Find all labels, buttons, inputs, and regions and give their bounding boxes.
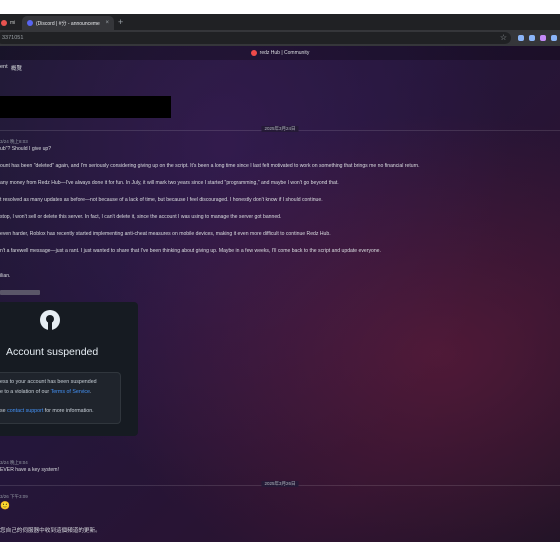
emoji-message: 🙂 (0, 501, 10, 510)
message-text: EVER have a key system! (0, 467, 59, 473)
tab-discord[interactable]: (Discord | #分 - announceme × (22, 16, 114, 30)
star-icon[interactable]: ☆ (500, 33, 507, 42)
follow-banner-text: 您自己的伺服器中收到這個頻道的更新。 (0, 528, 101, 534)
extension-icon[interactable] (529, 35, 535, 41)
tab-close-icon[interactable]: × (105, 20, 109, 26)
github-title: Account suspended (6, 346, 99, 358)
message-text: t resolved as many updates as before—not… (0, 197, 323, 203)
discord-app: redz Hub | Community ent 概覽 2025年3月24日 3… (0, 46, 560, 542)
extension-icon[interactable] (540, 35, 546, 41)
redacted-line (0, 290, 40, 295)
url-text[interactable]: 3371051 (2, 35, 23, 41)
message-text: ount has been "deleted" again, and I'm s… (0, 163, 420, 169)
follow-channel-banner[interactable]: 您自己的伺服器中收到這個頻道的更新。 (0, 516, 560, 542)
omnibox[interactable]: 3371051 ☆ (0, 32, 511, 44)
new-tab-button[interactable]: + (118, 17, 123, 27)
browser-window: mi (Discord | #分 - announceme × + 337105… (0, 14, 560, 542)
divider-date: 2025年3月24日 (261, 126, 299, 132)
extension-icon[interactable] (518, 35, 524, 41)
message-text: ub"? Should I give up? (0, 146, 52, 152)
redacted-block (0, 96, 171, 118)
message-text: any money from Redz Hub—I've always done… (0, 180, 339, 186)
tab-label: (Discord | #分 - announceme (36, 20, 100, 27)
notice-line: e to a violation of our Terms of Service… (0, 389, 92, 395)
message-text: n't a farewell message—just a rant. I ju… (0, 248, 381, 254)
contact-support-link[interactable]: contact support (7, 408, 43, 414)
notice-line: se contact support for more information. (0, 408, 94, 414)
address-bar-row: 3371051 ☆ (0, 30, 560, 46)
channel-name: ent (0, 64, 8, 70)
github-logo-icon (40, 310, 60, 330)
extension-icon[interactable] (551, 35, 557, 41)
server-title: redz Hub | Community (259, 50, 310, 56)
divider-date: 2025年3月26日 (261, 481, 299, 487)
tab-previous[interactable]: mi (0, 16, 18, 30)
tab-label: mi (10, 20, 16, 26)
message-text: stop, I won't sell or delete this server… (0, 214, 282, 220)
github-notice-box: ess to your account has been suspended e… (0, 372, 121, 424)
tab-favicon-icon (1, 20, 7, 26)
message-timestamp: 3/26 下午3:09 (0, 494, 28, 499)
message-text: even harder, Roblox has recently started… (0, 231, 331, 237)
terms-of-service-link[interactable]: Terms of Service (51, 389, 90, 395)
date-divider: 2025年3月26日 (0, 481, 560, 489)
overview-tab[interactable]: 概覽 (11, 64, 22, 72)
tab-strip: mi (Discord | #分 - announceme × + (0, 14, 560, 30)
date-divider: 2025年3月24日 (0, 126, 560, 134)
discord-favicon-icon (27, 20, 33, 26)
message-timestamp: 3/24 晚上8:03 (0, 139, 28, 144)
channel-header: ent 概覽 (0, 60, 560, 74)
github-suspended-screenshot[interactable]: Account suspended ess to your account ha… (0, 302, 138, 436)
message-timestamp: 3/24 晚上8:04 (0, 460, 28, 465)
message-text: ilian. (0, 273, 11, 279)
notice-line: ess to your account has been suspended (0, 379, 97, 385)
app-titlebar: redz Hub | Community (0, 46, 560, 60)
server-icon (250, 50, 257, 56)
